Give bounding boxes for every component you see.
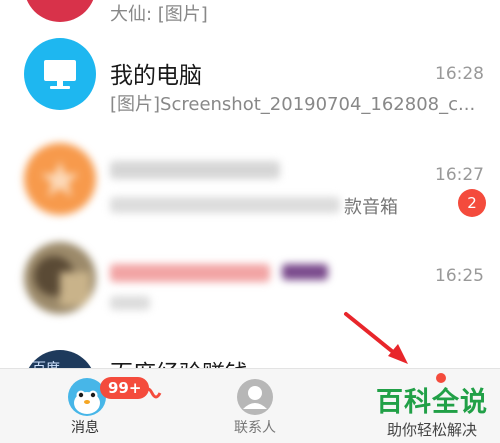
watermark-title: 百科全说 bbox=[376, 387, 488, 418]
watermark-subtitle: 助你轻松解决 bbox=[386, 421, 477, 439]
contacts-icon bbox=[237, 379, 273, 415]
tab-contacts[interactable]: 联系人 bbox=[210, 369, 300, 443]
watermark-logo: 百科全说 助你轻松解决 bbox=[376, 380, 488, 440]
annotation-arrow bbox=[344, 312, 408, 364]
tab-label: 联系人 bbox=[234, 420, 276, 436]
sparkle-icon bbox=[142, 387, 162, 399]
conversation-list: 大仙: [图片] 我的电脑 [图片]Screenshot_20190704_16… bbox=[0, 0, 500, 368]
tab-label: 消息 bbox=[71, 420, 99, 436]
